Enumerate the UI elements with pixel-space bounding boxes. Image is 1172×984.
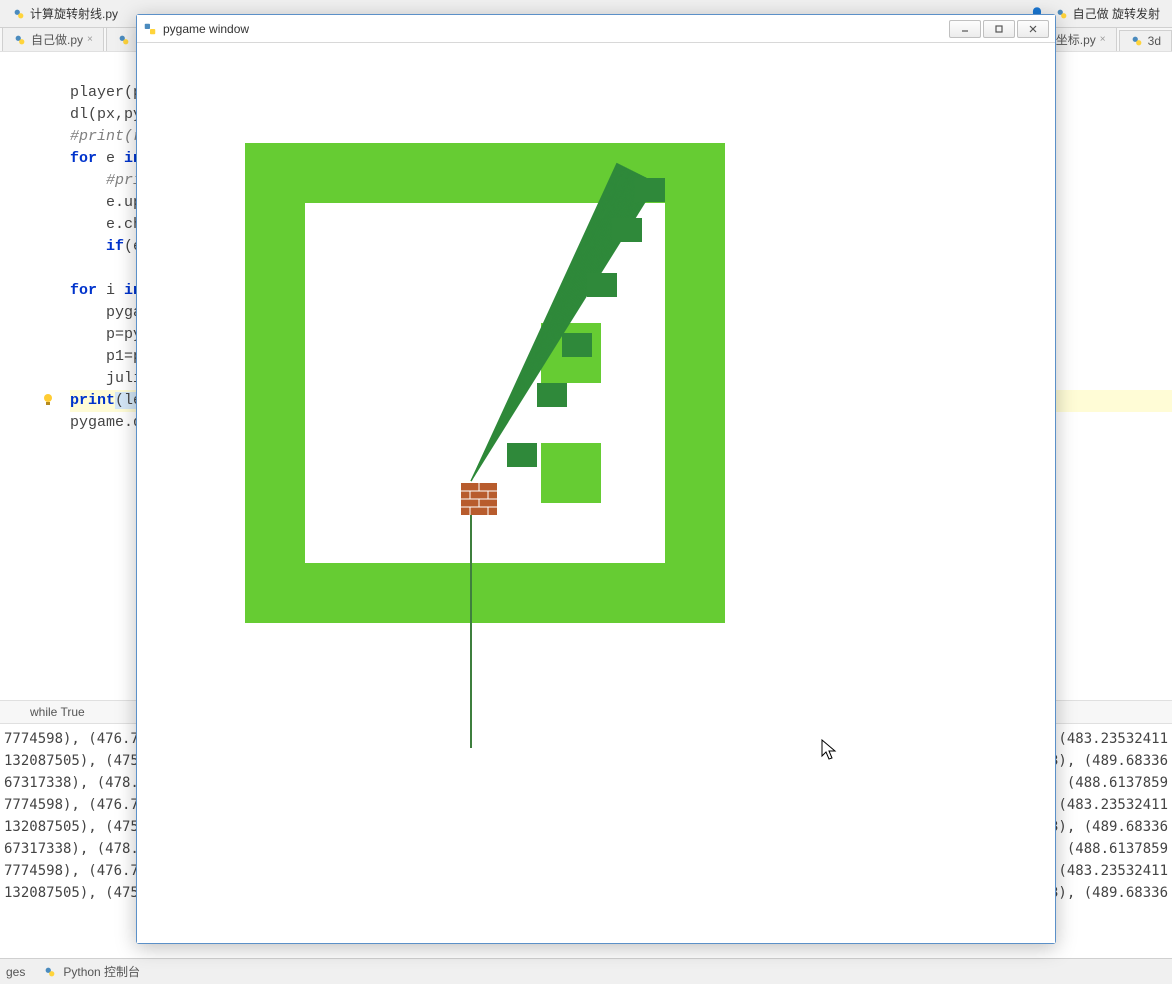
pygame-window[interactable]: pygame window — [136, 14, 1056, 944]
ray-step — [635, 178, 665, 202]
close-icon — [1028, 24, 1038, 34]
window-title: pygame window — [163, 22, 249, 36]
titlebar[interactable]: pygame window — [137, 15, 1055, 43]
editor-tab[interactable]: 自己做.py × — [2, 27, 104, 51]
close-button[interactable] — [1017, 20, 1049, 38]
tab-label: 自己做 旋转发射 — [1073, 5, 1160, 22]
pygame-canvas[interactable] — [137, 43, 1055, 943]
ray-step — [587, 273, 617, 297]
minimize-button[interactable] — [949, 20, 981, 38]
lightbulb-icon — [40, 392, 56, 408]
python-file-icon — [13, 33, 27, 47]
ray-step — [537, 383, 567, 407]
tab-label: 自己做.py — [31, 31, 83, 48]
pygame-icon — [143, 22, 157, 36]
status-item[interactable]: ges — [6, 965, 25, 979]
python-file-icon — [1055, 7, 1069, 21]
status-bar: ges Python 控制台 — [0, 958, 1172, 984]
maximize-icon — [994, 24, 1004, 34]
ray-step — [507, 443, 537, 467]
editor-tab-right[interactable]: 3d — [1119, 30, 1172, 51]
maximize-button[interactable] — [983, 20, 1015, 38]
close-icon[interactable]: × — [87, 34, 93, 45]
game-scene — [137, 43, 1055, 943]
tab-label: 3d — [1148, 34, 1161, 48]
minimize-icon — [960, 24, 970, 34]
window-controls — [949, 20, 1049, 38]
close-icon[interactable]: × — [1100, 34, 1106, 45]
tab-label: 计算旋转射线.py — [30, 5, 118, 22]
project-tab[interactable]: 计算旋转射线.py — [4, 3, 126, 25]
python-icon — [43, 965, 57, 979]
ray-step — [562, 333, 592, 357]
python-file-icon — [12, 7, 26, 21]
block-b — [541, 443, 601, 503]
breadcrumb-label: while True — [30, 705, 85, 719]
python-file-icon — [1130, 34, 1144, 48]
project-tab[interactable]: 自己做 旋转发射 — [1047, 3, 1168, 25]
status-item-python-console[interactable]: Python 控制台 — [43, 963, 140, 980]
ray-step — [612, 218, 642, 242]
python-file-icon — [117, 33, 131, 47]
